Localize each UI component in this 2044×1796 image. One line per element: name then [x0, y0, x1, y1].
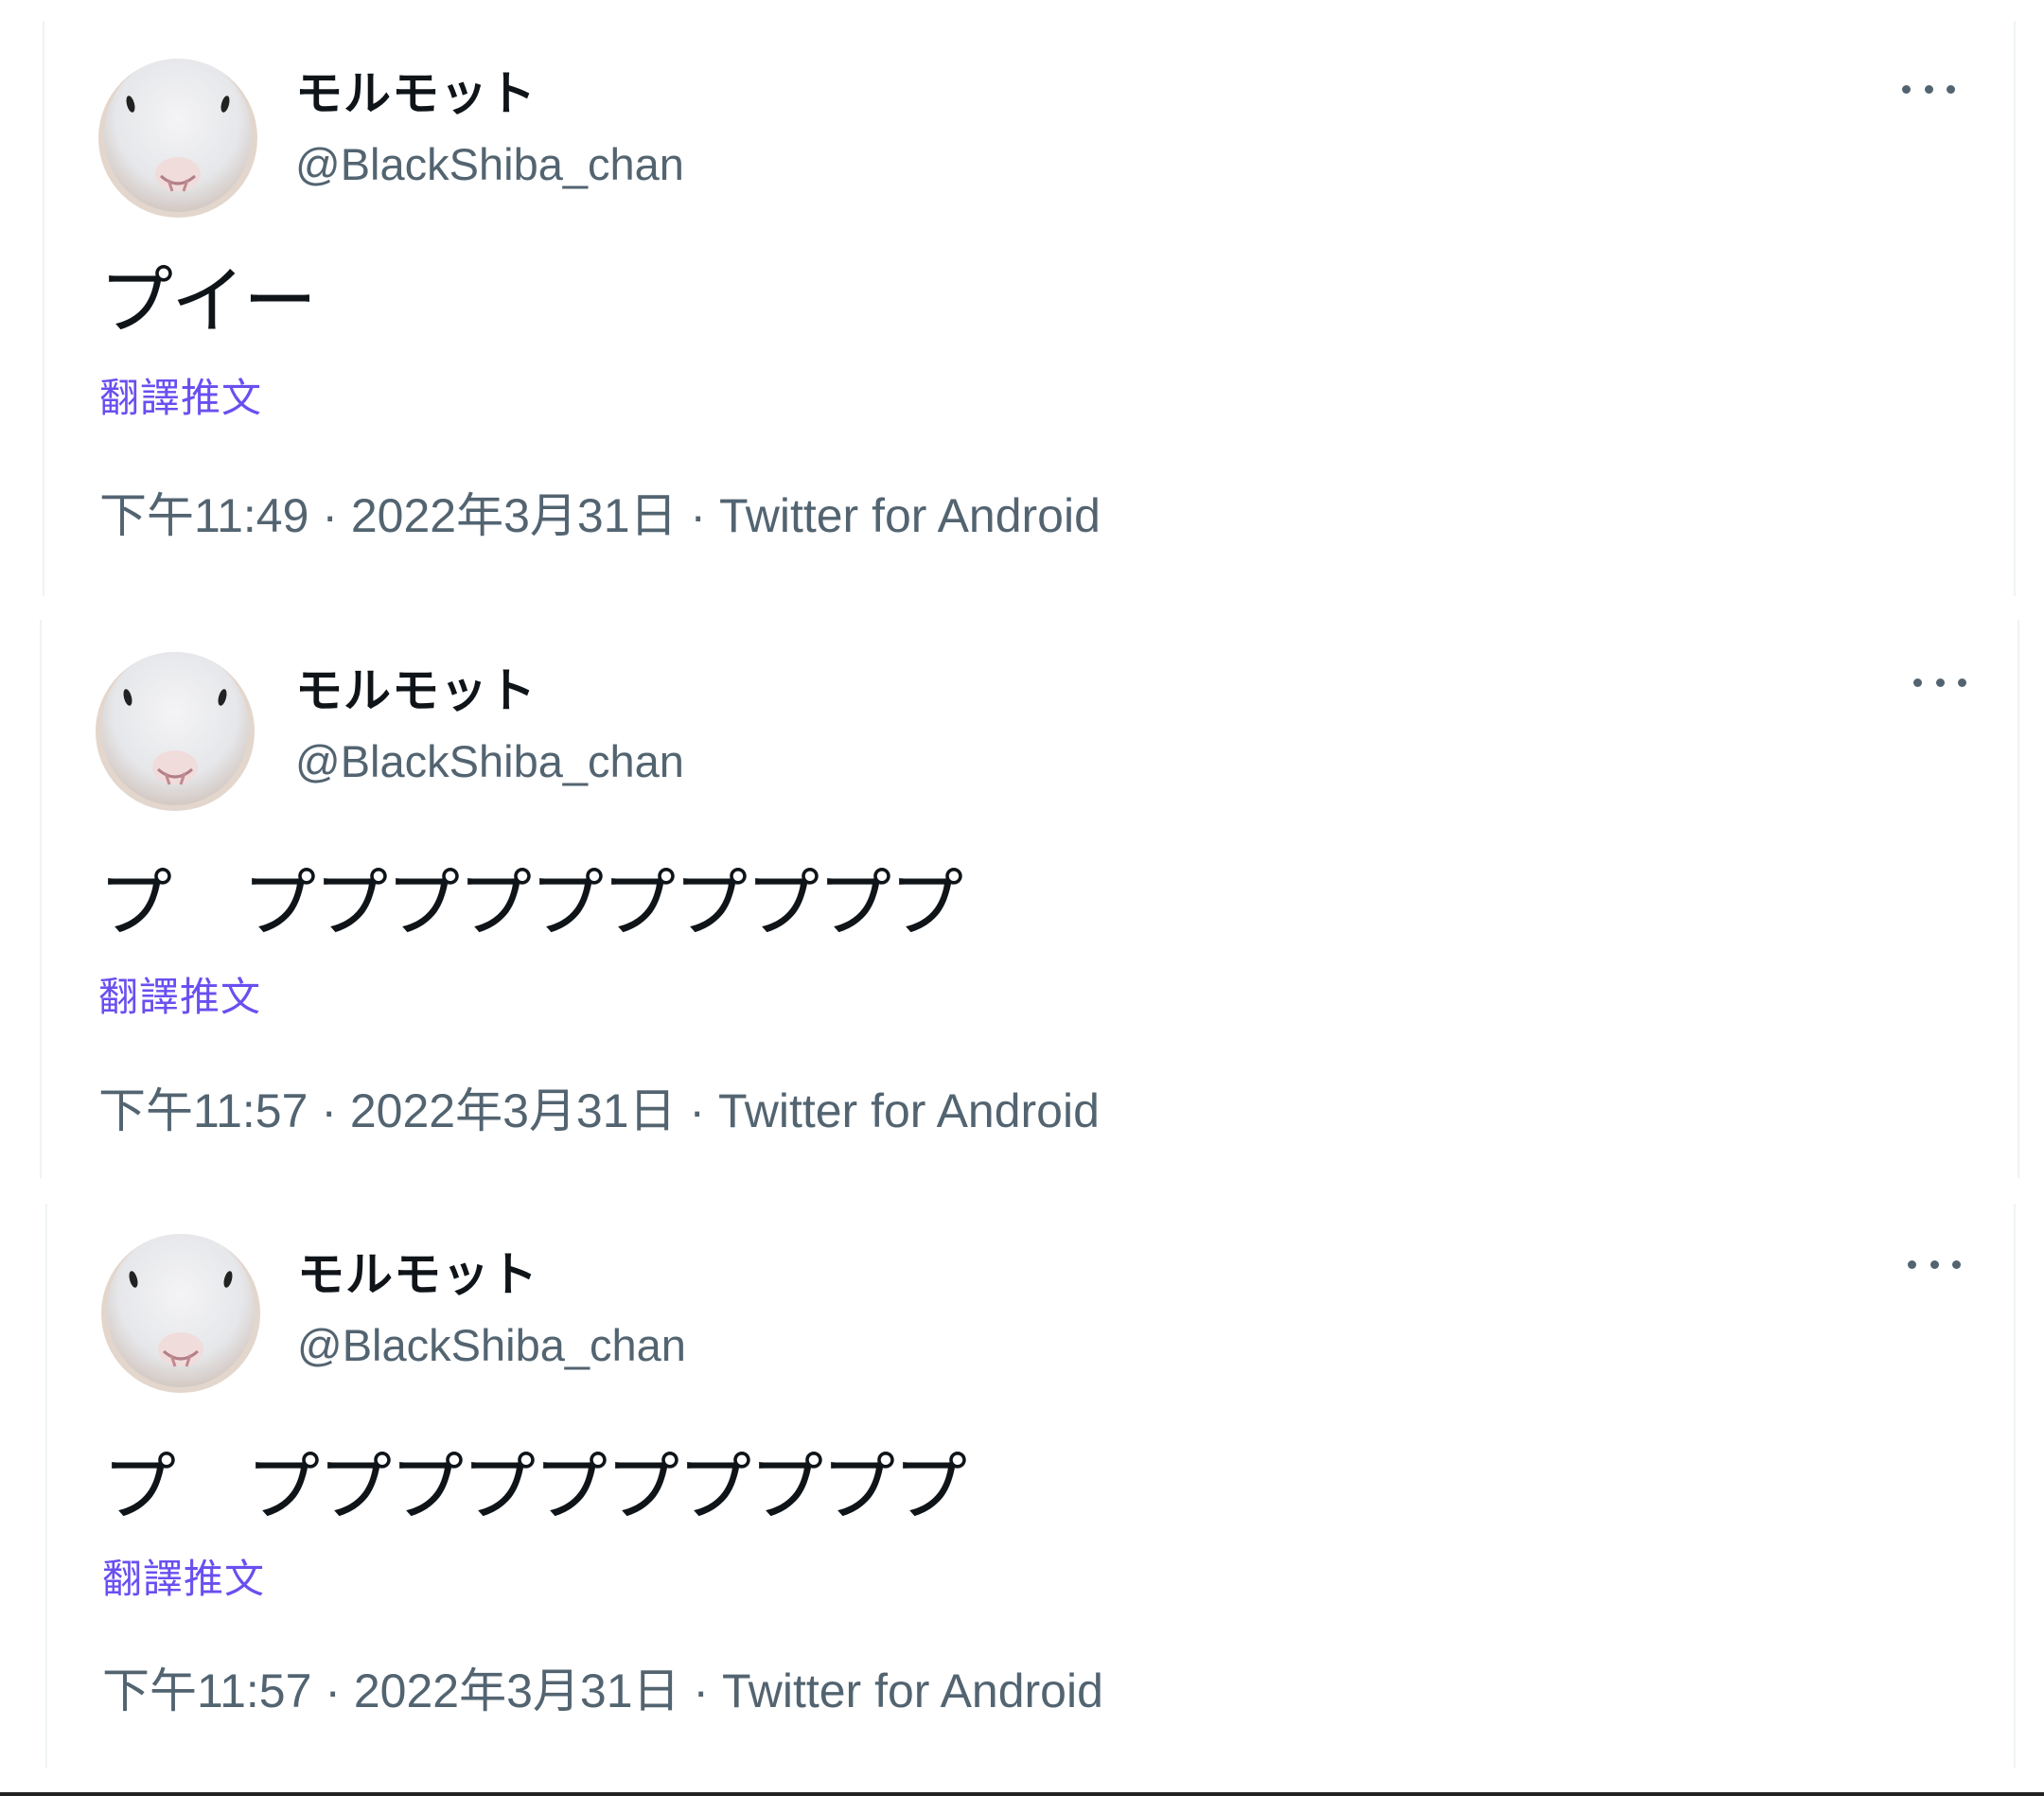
tweet-date[interactable]: 2022年3月31日 — [354, 1664, 680, 1717]
translate-tweet-link[interactable]: 翻譯推文 — [102, 1559, 265, 1599]
tweet-text: プイー — [99, 259, 317, 344]
avatar[interactable] — [98, 59, 257, 218]
tweet-meta: 下午11:57 · 2022年3月31日 · Twitter for Andro… — [98, 1087, 1100, 1135]
tweet-text: プ ププププププププププ — [102, 1446, 967, 1531]
tweet-meta: 下午11:49 · 2022年3月31日 · Twitter for Andro… — [99, 492, 1101, 539]
user-handle[interactable]: @BlackShiba_chan — [295, 142, 684, 186]
more-options-icon[interactable] — [1908, 1253, 1961, 1276]
meta-separator: · — [311, 1664, 354, 1717]
tweet-time[interactable]: 下午11:57 — [102, 1664, 311, 1717]
avatar[interactable] — [96, 652, 255, 811]
tweet-source[interactable]: Twitter for Android — [718, 1084, 1100, 1137]
tweet-card: モルモット @BlackShiba_chan プ ププププププププププ 翻譯推文… — [45, 1204, 2016, 1768]
guinea-pig-avatar-icon — [101, 1234, 260, 1393]
tweet-source[interactable]: Twitter for Android — [722, 1664, 1103, 1717]
user-handle[interactable]: @BlackShiba_chan — [295, 739, 684, 784]
translate-tweet-link[interactable]: 翻譯推文 — [98, 977, 261, 1017]
tweet-time[interactable]: 下午11:49 — [99, 489, 308, 542]
tweet-date[interactable]: 2022年3月31日 — [351, 489, 678, 542]
display-name[interactable]: モルモット — [295, 70, 537, 117]
bottom-divider — [0, 1792, 2044, 1796]
tweet-card: モルモット @BlackShiba_chan プイー 翻譯推文 下午11:49 … — [43, 21, 2016, 596]
meta-separator: · — [676, 1084, 718, 1137]
tweet-text: プ ププププププププププ — [98, 862, 963, 947]
guinea-pig-avatar-icon — [96, 652, 255, 811]
tweet-card: モルモット @BlackShiba_chan プ ププププププププププ 翻譯推文… — [40, 620, 2019, 1178]
avatar[interactable] — [101, 1234, 260, 1393]
user-handle[interactable]: @BlackShiba_chan — [297, 1323, 686, 1367]
tweet-date[interactable]: 2022年3月31日 — [350, 1084, 677, 1137]
meta-separator: · — [679, 1664, 722, 1717]
meta-separator: · — [308, 489, 351, 542]
more-options-icon[interactable] — [1913, 671, 1966, 694]
meta-separator: · — [677, 489, 719, 542]
display-name[interactable]: モルモット — [295, 667, 537, 714]
translate-tweet-link[interactable]: 翻譯推文 — [99, 379, 262, 418]
guinea-pig-avatar-icon — [98, 59, 257, 218]
display-name[interactable]: モルモット — [297, 1251, 538, 1298]
more-options-icon[interactable] — [1902, 78, 1955, 100]
meta-separator: · — [308, 1084, 350, 1137]
tweet-meta: 下午11:57 · 2022年3月31日 · Twitter for Andro… — [102, 1667, 1103, 1715]
tweet-source[interactable]: Twitter for Android — [719, 489, 1101, 542]
tweet-time[interactable]: 下午11:57 — [98, 1084, 308, 1137]
